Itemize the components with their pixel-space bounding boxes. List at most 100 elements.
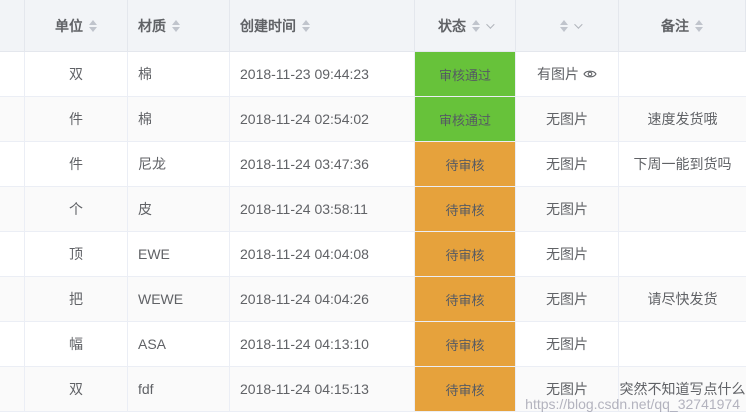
status-badge: 待审核 [415,187,515,231]
cell-unit: 双 [25,52,128,96]
watermark: https://blog.csdn.net/qq_32741974 [525,396,740,412]
table-header: 单位 材质 创建时间 状态 备注 [0,0,746,52]
image-status-label: 无图片 [546,156,588,172]
cell-material: 皮 [128,187,230,231]
cell-image: 无图片 [516,322,619,366]
header-created-time[interactable]: 创建时间 [230,0,415,51]
image-status-label: 无图片 [546,201,588,217]
cell-image: 无图片 [516,97,619,141]
cell-unit: 件 [25,97,128,141]
cell-remark: 下周一能到货吗 [633,156,732,172]
row-spacer [0,277,25,321]
sort-icon[interactable] [472,19,480,32]
cell-image: 无图片 [516,277,619,321]
cell-unit: 把 [25,277,128,321]
cell-material: 棉 [128,97,230,141]
sort-icon[interactable] [695,19,703,32]
cell-remark: 请尽快发货 [647,291,718,307]
status-badge: 待审核 [415,142,515,186]
cell-status: 待审核 [415,232,516,276]
cell-material: fdf [128,367,230,411]
row-spacer [0,97,25,141]
cell-material: WEWE [128,277,230,321]
cell-created-time: 2018-11-23 09:44:23 [230,52,415,96]
header-image[interactable] [516,0,619,51]
cell-unit: 件 [25,142,128,186]
image-status-label: 无图片 [546,111,588,127]
row-spacer [0,367,25,411]
status-badge: 待审核 [415,367,515,411]
cell-created-time: 2018-11-24 04:13:10 [230,322,415,366]
cell-unit: 顶 [25,232,128,276]
sort-icon[interactable] [89,19,97,32]
row-spacer [0,187,25,231]
cell-material: 棉 [128,52,230,96]
cell-unit: 双 [25,367,128,411]
header-spacer [0,0,25,51]
image-status-label: 有图片 [537,66,579,82]
cell-image: 无图片 [516,232,619,276]
sort-icon[interactable] [172,19,180,32]
table-row[interactable]: 个 皮 2018-11-24 03:58:11 待审核 无图片 [0,187,746,232]
header-status-label: 状态 [438,17,466,34]
cell-created-time: 2018-11-24 04:04:08 [230,232,415,276]
status-badge: 待审核 [415,232,515,276]
cell-created-time: 2018-11-24 04:04:26 [230,277,415,321]
cell-status: 待审核 [415,322,516,366]
cell-status: 待审核 [415,187,516,231]
header-unit[interactable]: 单位 [25,0,128,51]
cell-remark [619,52,746,96]
sort-icon[interactable] [560,19,568,32]
table-body: 双 棉 2018-11-23 09:44:23 审核通过 有图片 件 棉 201… [0,52,746,412]
cell-remark [619,322,746,366]
cell-image: 有图片 [516,52,619,96]
status-badge: 审核通过 [415,97,515,141]
cell-remark [619,232,746,276]
eye-icon[interactable] [583,69,597,79]
status-badge: 审核通过 [415,52,515,96]
sort-icon[interactable] [302,19,310,32]
cell-status: 待审核 [415,142,516,186]
cell-material: ASA [128,322,230,366]
filter-chevron-icon[interactable] [574,19,583,29]
table-row[interactable]: 件 棉 2018-11-24 02:54:02 审核通过 无图片 速度发货哦 [0,97,746,142]
status-badge: 待审核 [415,322,515,366]
row-spacer [0,322,25,366]
order-table: 单位 材质 创建时间 状态 备注 双 棉 2018-11-23 09:44:23… [0,0,746,412]
cell-created-time: 2018-11-24 04:15:13 [230,367,415,411]
filter-chevron-icon[interactable] [486,19,495,29]
cell-created-time: 2018-11-24 02:54:02 [230,97,415,141]
row-spacer [0,52,25,96]
cell-status: 待审核 [415,277,516,321]
header-material-label: 材质 [138,17,166,34]
image-status-label: 无图片 [546,291,588,307]
cell-remark [619,187,746,231]
image-status-label: 无图片 [546,336,588,352]
cell-image: 无图片 [516,187,619,231]
header-remark[interactable]: 备注 [619,0,746,51]
cell-material: 尼龙 [128,142,230,186]
cell-created-time: 2018-11-24 03:47:36 [230,142,415,186]
table-row[interactable]: 件 尼龙 2018-11-24 03:47:36 待审核 无图片 下周一能到货吗 [0,142,746,187]
header-status[interactable]: 状态 [415,0,516,51]
header-material[interactable]: 材质 [128,0,230,51]
row-spacer [0,232,25,276]
cell-unit: 幅 [25,322,128,366]
image-status-label: 无图片 [546,246,588,262]
cell-material: EWE [128,232,230,276]
cell-remark: 速度发货哦 [647,111,718,127]
header-unit-label: 单位 [55,17,83,34]
table-row[interactable]: 双 棉 2018-11-23 09:44:23 审核通过 有图片 [0,52,746,97]
cell-status: 审核通过 [415,52,516,96]
cell-status: 待审核 [415,367,516,411]
status-badge: 待审核 [415,277,515,321]
cell-created-time: 2018-11-24 03:58:11 [230,187,415,231]
table-row[interactable]: 幅 ASA 2018-11-24 04:13:10 待审核 无图片 [0,322,746,367]
row-spacer [0,142,25,186]
table-row[interactable]: 把 WEWE 2018-11-24 04:04:26 待审核 无图片 请尽快发货 [0,277,746,322]
header-created-time-label: 创建时间 [240,17,296,34]
cell-status: 审核通过 [415,97,516,141]
cell-unit: 个 [25,187,128,231]
cell-image: 无图片 [516,142,619,186]
table-row[interactable]: 顶 EWE 2018-11-24 04:04:08 待审核 无图片 [0,232,746,277]
